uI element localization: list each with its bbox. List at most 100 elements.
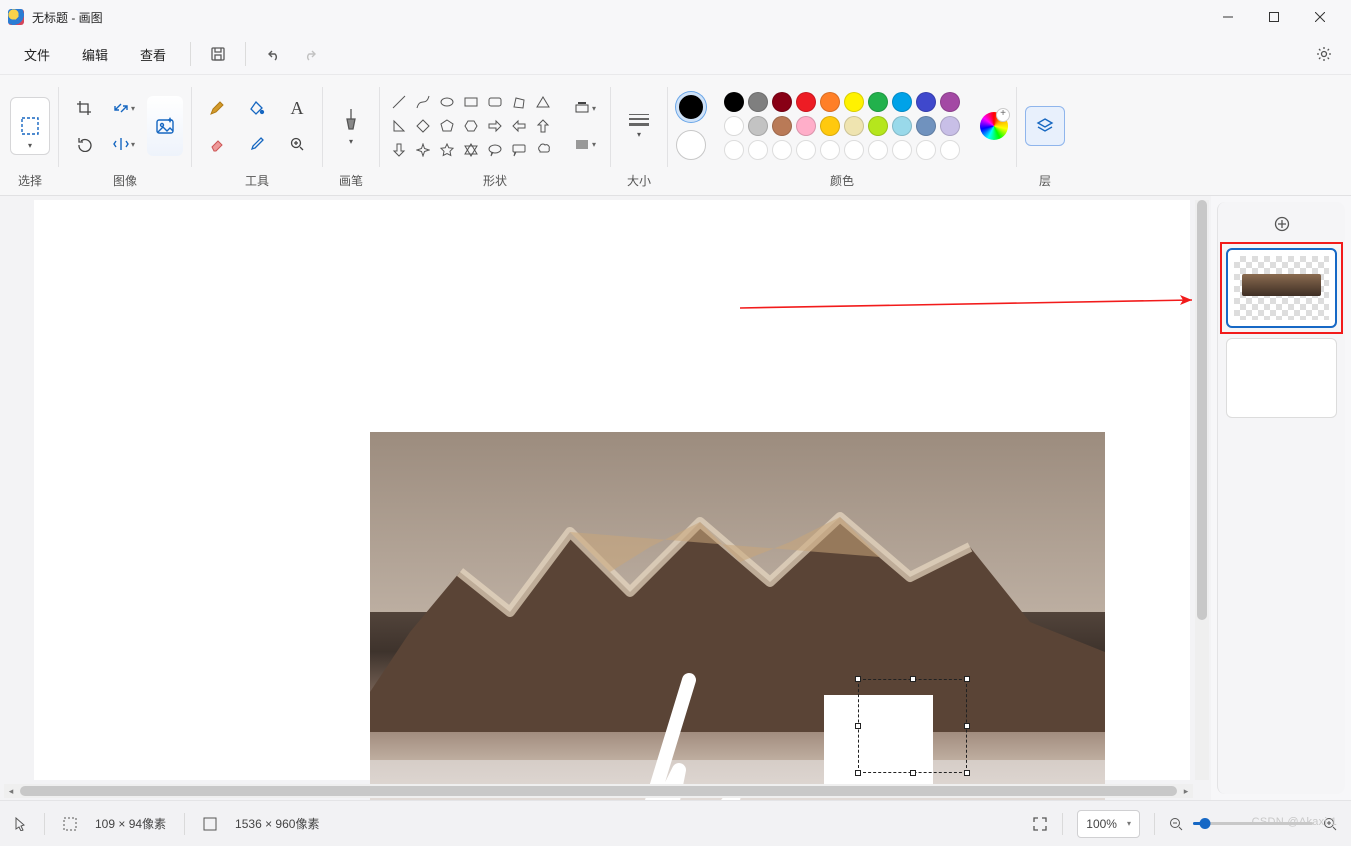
shape-roundrect[interactable]	[484, 91, 506, 113]
color-swatch[interactable]	[844, 92, 864, 112]
shape-diamond[interactable]	[412, 115, 434, 137]
resize-tool[interactable]: ▾	[107, 93, 141, 123]
shape-arrow-down[interactable]	[388, 139, 410, 161]
shape-arrow-right[interactable]	[484, 115, 506, 137]
shapes-grid	[388, 91, 554, 161]
close-button[interactable]	[1297, 1, 1343, 33]
selection-box[interactable]	[858, 679, 967, 773]
color-swatch[interactable]	[892, 116, 912, 136]
color-swatch-empty[interactable]	[748, 140, 768, 160]
zoom-combobox[interactable]: 100% ▾	[1077, 810, 1140, 838]
vertical-scrollbar[interactable]	[1195, 200, 1209, 780]
select-tool[interactable]: ▾	[10, 97, 50, 155]
color-swatch-empty[interactable]	[868, 140, 888, 160]
color-swatch-empty[interactable]	[724, 140, 744, 160]
canvas-viewport[interactable]: ◂▸	[0, 196, 1211, 800]
group-label-shapes: 形状	[483, 169, 507, 191]
fill-tool[interactable]	[240, 93, 274, 123]
layer-1-thumbnail[interactable]	[1226, 248, 1337, 328]
shape-right-triangle[interactable]	[388, 115, 410, 137]
color-swatch[interactable]	[724, 116, 744, 136]
color-swatch-empty[interactable]	[796, 140, 816, 160]
color-swatch-empty[interactable]	[820, 140, 840, 160]
color-swatch[interactable]	[916, 116, 936, 136]
color-picker-tool[interactable]	[240, 129, 274, 159]
canvas[interactable]	[34, 200, 1190, 780]
shape-line[interactable]	[388, 91, 410, 113]
shape-rect[interactable]	[460, 91, 482, 113]
edit-colors-button[interactable]	[980, 112, 1008, 140]
shape-hexagon[interactable]	[460, 115, 482, 137]
color-secondary[interactable]	[676, 130, 706, 160]
color-swatch[interactable]	[748, 116, 768, 136]
shape-polygon[interactable]	[508, 91, 530, 113]
color-swatch-empty[interactable]	[916, 140, 936, 160]
shape-outline-button[interactable]: ▾	[568, 93, 602, 123]
color-swatch[interactable]	[844, 116, 864, 136]
group-label-brushes: 画笔	[339, 169, 363, 191]
shape-curve[interactable]	[412, 91, 434, 113]
shape-4star[interactable]	[412, 139, 434, 161]
maximize-button[interactable]	[1251, 1, 1297, 33]
menu-edit[interactable]: 编辑	[68, 39, 122, 70]
ribbon-toolbar: ▾ 选择 ▾ ▾ 图像	[0, 74, 1351, 196]
shape-fill-button[interactable]: ▾	[568, 129, 602, 159]
color-swatch-empty[interactable]	[940, 140, 960, 160]
color-swatch[interactable]	[940, 116, 960, 136]
magnifier-tool[interactable]	[280, 129, 314, 159]
shape-triangle[interactable]	[532, 91, 554, 113]
text-tool[interactable]: A	[280, 93, 314, 123]
separator	[190, 42, 191, 66]
color-swatch[interactable]	[796, 116, 816, 136]
shape-arrow-left[interactable]	[508, 115, 530, 137]
group-image: ▾ ▾ 图像	[61, 79, 189, 195]
shape-callout-rect[interactable]	[508, 139, 530, 161]
color-swatch[interactable]	[796, 92, 816, 112]
color-swatch[interactable]	[820, 92, 840, 112]
shape-5star[interactable]	[436, 139, 458, 161]
color-swatch-empty[interactable]	[844, 140, 864, 160]
shape-callout-cloud[interactable]	[532, 139, 554, 161]
minimize-button[interactable]	[1205, 1, 1251, 33]
layers-button[interactable]	[1025, 106, 1065, 146]
color-swatch[interactable]	[724, 92, 744, 112]
group-size: ▾ 大小	[613, 79, 665, 195]
shape-arrow-up[interactable]	[532, 115, 554, 137]
color-primary[interactable]	[676, 92, 706, 122]
settings-button[interactable]	[1307, 37, 1341, 71]
menu-view[interactable]: 查看	[126, 39, 180, 70]
color-swatch[interactable]	[748, 92, 768, 112]
color-swatch[interactable]	[868, 116, 888, 136]
size-button[interactable]: ▾	[619, 97, 659, 155]
flip-tool[interactable]: ▾	[107, 129, 141, 159]
brushes-button[interactable]: ▾	[331, 97, 371, 155]
color-swatch[interactable]	[868, 92, 888, 112]
shape-pentagon[interactable]	[436, 115, 458, 137]
rotate-tool[interactable]	[67, 129, 101, 159]
save-button[interactable]	[201, 38, 235, 70]
add-layer-button[interactable]	[1226, 210, 1337, 238]
shape-oval[interactable]	[436, 91, 458, 113]
color-swatch[interactable]	[772, 92, 792, 112]
layer-2-thumbnail[interactable]	[1226, 338, 1337, 418]
color-swatch[interactable]	[892, 92, 912, 112]
color-swatch-empty[interactable]	[772, 140, 792, 160]
image-ai-button[interactable]	[147, 96, 183, 156]
crop-tool[interactable]	[67, 93, 101, 123]
color-swatch[interactable]	[772, 116, 792, 136]
menu-file[interactable]: 文件	[10, 39, 64, 70]
cursor-icon	[14, 817, 26, 831]
fit-to-window-button[interactable]	[1032, 816, 1048, 832]
redo-button[interactable]	[294, 38, 328, 70]
zoom-out-button[interactable]	[1169, 817, 1183, 831]
pencil-tool[interactable]	[200, 93, 234, 123]
color-swatch[interactable]	[940, 92, 960, 112]
shape-callout-round[interactable]	[484, 139, 506, 161]
color-swatch[interactable]	[820, 116, 840, 136]
color-swatch-empty[interactable]	[892, 140, 912, 160]
undo-button[interactable]	[256, 38, 290, 70]
eraser-tool[interactable]	[200, 129, 234, 159]
color-swatch[interactable]	[916, 92, 936, 112]
horizontal-scrollbar[interactable]: ◂▸	[4, 784, 1193, 798]
shape-6star[interactable]	[460, 139, 482, 161]
